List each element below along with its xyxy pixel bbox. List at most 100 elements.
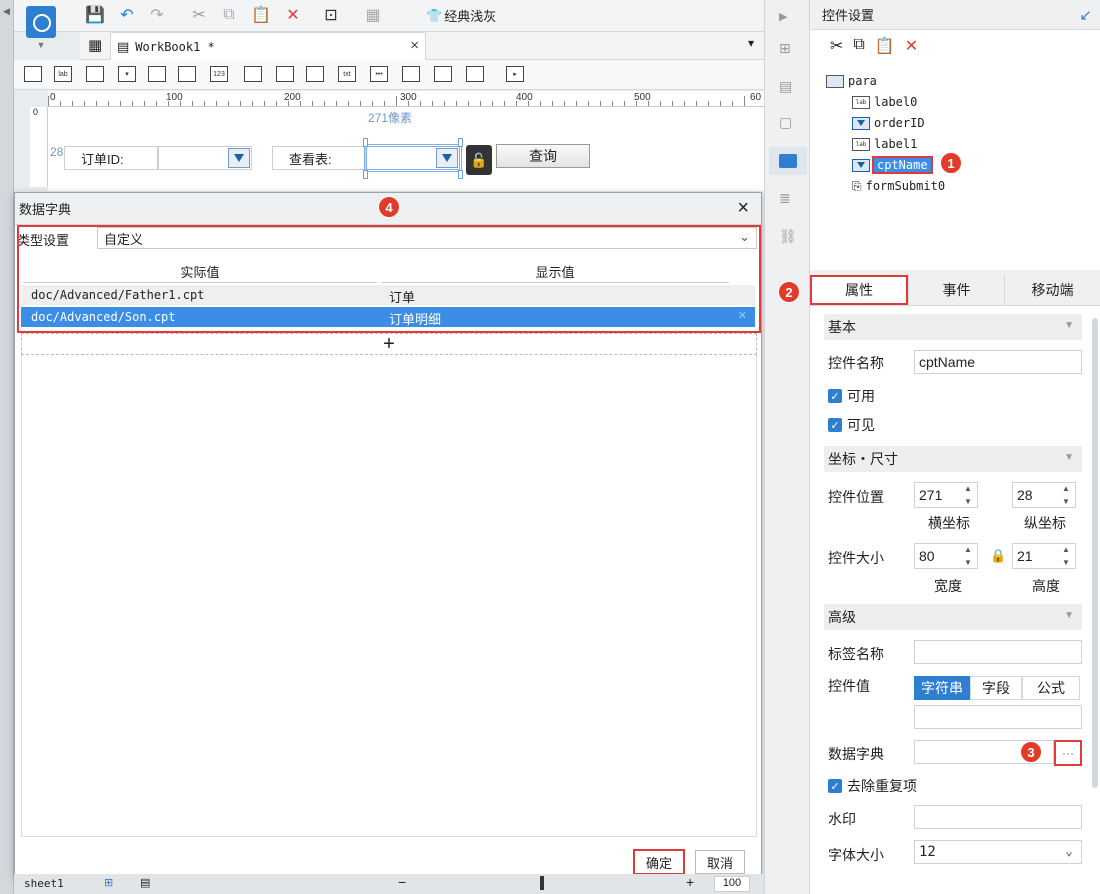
value-type-string[interactable]: 字符串 [914, 676, 970, 700]
query-button[interactable]: 查询 [496, 144, 590, 168]
spinner-icon[interactable]: ▲ ▼ [1059, 545, 1073, 567]
app-menu-button[interactable]: ▼ [22, 6, 60, 54]
label1-widget[interactable]: 查看表: [272, 146, 366, 170]
col-actual-value[interactable]: 实际值 [23, 261, 377, 283]
add-form-icon[interactable]: ▤ [140, 876, 150, 889]
font-size-select[interactable]: 12 ⌄ [914, 840, 1082, 864]
display-value-cell[interactable]: 订单 [389, 287, 415, 306]
spinner-icon[interactable]: ▲ ▼ [961, 484, 975, 506]
resize-handle[interactable] [458, 138, 463, 147]
resize-handle[interactable] [363, 138, 368, 147]
tag-name-input[interactable] [914, 640, 1082, 664]
copy-icon[interactable]: ⧉ [218, 4, 240, 26]
spinner-icon[interactable]: ▲ ▼ [961, 545, 975, 567]
watermark-input[interactable] [914, 805, 1082, 829]
display-value-cell[interactable]: 订单明细 [389, 309, 441, 328]
width-input[interactable]: 80 ▲ ▼ [914, 543, 978, 569]
label-widget-icon[interactable] [24, 66, 42, 82]
lock-icon[interactable]: 🔓 [466, 145, 492, 175]
number-widget-icon[interactable]: 123 [210, 66, 228, 82]
tree-item-cptname[interactable]: cptName [852, 156, 933, 174]
more-widgets-icon[interactable]: ▸ [506, 66, 524, 82]
undo-icon[interactable]: ↶ [116, 4, 138, 26]
section-advanced[interactable]: 高级 ▼ [824, 604, 1082, 630]
dropdown-widget-icon[interactable]: ▾ [118, 66, 136, 82]
tab-menu-icon[interactable]: ▾ [748, 36, 754, 50]
visible-checkbox[interactable]: ✓ 可见 [828, 415, 875, 435]
layout-icon[interactable]: ▢ [779, 114, 797, 130]
tree-item-para[interactable]: para [826, 72, 877, 90]
actual-value-cell[interactable]: doc/Advanced/Father1.cpt [31, 288, 204, 302]
tab-properties[interactable]: 属性 [810, 275, 908, 305]
value-type-formula[interactable]: 公式 [1022, 676, 1080, 700]
zoom-in-icon[interactable]: + [686, 874, 694, 890]
tree-widget-icon[interactable] [434, 66, 452, 82]
tab-workbook[interactable]: ▤ WorkBook1 * × [110, 32, 426, 60]
link-icon[interactable]: ⛓ [779, 228, 797, 244]
scrollbar[interactable] [1092, 318, 1098, 788]
template-icon[interactable]: ▦ [362, 4, 384, 26]
redo-icon[interactable]: ↷ [146, 4, 168, 26]
delete-icon[interactable]: ✕ [905, 36, 918, 56]
widget-value-input[interactable] [914, 705, 1082, 729]
resize-handle[interactable] [363, 170, 368, 179]
close-icon[interactable]: × [737, 197, 749, 220]
theme-button[interactable]: 👕 经典浅灰 [426, 6, 496, 25]
zoom-out-icon[interactable]: − [398, 874, 406, 890]
pin-icon[interactable]: ↙ [1079, 6, 1092, 24]
checkbox-group-icon[interactable] [306, 66, 324, 82]
data-dictionary-edit-button[interactable]: ··· [1054, 740, 1082, 766]
delete-icon[interactable]: ✕ [282, 4, 304, 26]
expand-arrow-icon[interactable]: ▶ [779, 10, 797, 26]
text-widget-icon[interactable]: lab [54, 66, 72, 82]
table-widget-icon[interactable] [466, 66, 484, 82]
value-type-field[interactable]: 字段 [970, 676, 1022, 700]
radio-group-icon[interactable] [276, 66, 294, 82]
zoom-value[interactable]: 100 [714, 876, 750, 892]
tree-item-orderid[interactable]: orderID [852, 114, 925, 132]
table-row[interactable]: doc/Advanced/Father1.cpt 订单 [21, 285, 755, 305]
collapse-arrow-icon[interactable]: ◀ [3, 6, 10, 17]
widget-settings-tab[interactable] [769, 147, 807, 175]
y-position-input[interactable]: 28 ▲ ▼ [1012, 482, 1076, 508]
structure-icon[interactable]: ⊞ [779, 40, 797, 56]
checkbox-widget-icon[interactable] [402, 66, 420, 82]
order-id-dropdown-icon[interactable] [228, 148, 250, 168]
resize-handle[interactable] [458, 170, 463, 179]
height-input[interactable]: 21 ▲ ▼ [1012, 543, 1076, 569]
date-widget-icon[interactable] [148, 66, 166, 82]
copy-icon[interactable]: ⧉ [853, 36, 864, 56]
label0-widget[interactable]: 订单ID: [64, 146, 158, 170]
tab-mobile[interactable]: 移动端 [1004, 274, 1100, 306]
password-widget-icon[interactable]: ••• [370, 66, 388, 82]
add-sheet-icon[interactable]: ⊞ [104, 876, 113, 889]
spinner-icon[interactable]: ▲ ▼ [1059, 484, 1073, 506]
left-collapse-strip[interactable]: ◀ [0, 0, 14, 894]
actual-value-cell[interactable]: doc/Advanced/Son.cpt [31, 310, 176, 324]
x-position-input[interactable]: 271 ▲ ▼ [914, 482, 978, 508]
col-display-value[interactable]: 显示值 [381, 261, 729, 283]
table-row[interactable]: doc/Advanced/Son.cpt 订单明细 ✕ [21, 307, 755, 327]
grid-icon[interactable]: ▦ [88, 36, 102, 54]
enabled-checkbox[interactable]: ✓ 可用 [828, 386, 875, 406]
zoom-slider-thumb[interactable] [540, 876, 544, 890]
ok-button[interactable]: 确定 [633, 849, 685, 875]
txt-widget-icon[interactable]: txt [338, 66, 356, 82]
form-canvas[interactable]: 271像素 28像素 订单ID: 查看表: 🔓 查询 [48, 107, 764, 191]
cut-icon[interactable]: ✂ [830, 36, 843, 56]
lock-ratio-icon[interactable]: 🔒 [990, 548, 1006, 564]
button-widget-icon[interactable] [86, 66, 104, 82]
widget-name-input[interactable]: cptName [914, 350, 1082, 374]
tree-item-formsubmit0[interactable]: ⎘ formSubmit0 [852, 177, 945, 195]
widget-lib-icon[interactable]: ▤ [779, 78, 797, 94]
save-icon[interactable]: 💾 [84, 4, 106, 26]
paste-icon[interactable]: 📋 [875, 36, 895, 56]
paste-icon[interactable]: 📋 [250, 4, 272, 26]
tree-item-label1[interactable]: lab label1 [852, 135, 917, 153]
section-basic[interactable]: 基本 ▼ [824, 314, 1082, 340]
dedupe-checkbox[interactable]: ✓ 去除重复项 [828, 776, 917, 796]
section-position-size[interactable]: 坐标・尺寸 ▼ [824, 446, 1082, 472]
add-row-button[interactable]: + [21, 333, 757, 355]
tree-item-label0[interactable]: lab label0 [852, 93, 917, 111]
tab-events[interactable]: 事件 [908, 274, 1004, 306]
